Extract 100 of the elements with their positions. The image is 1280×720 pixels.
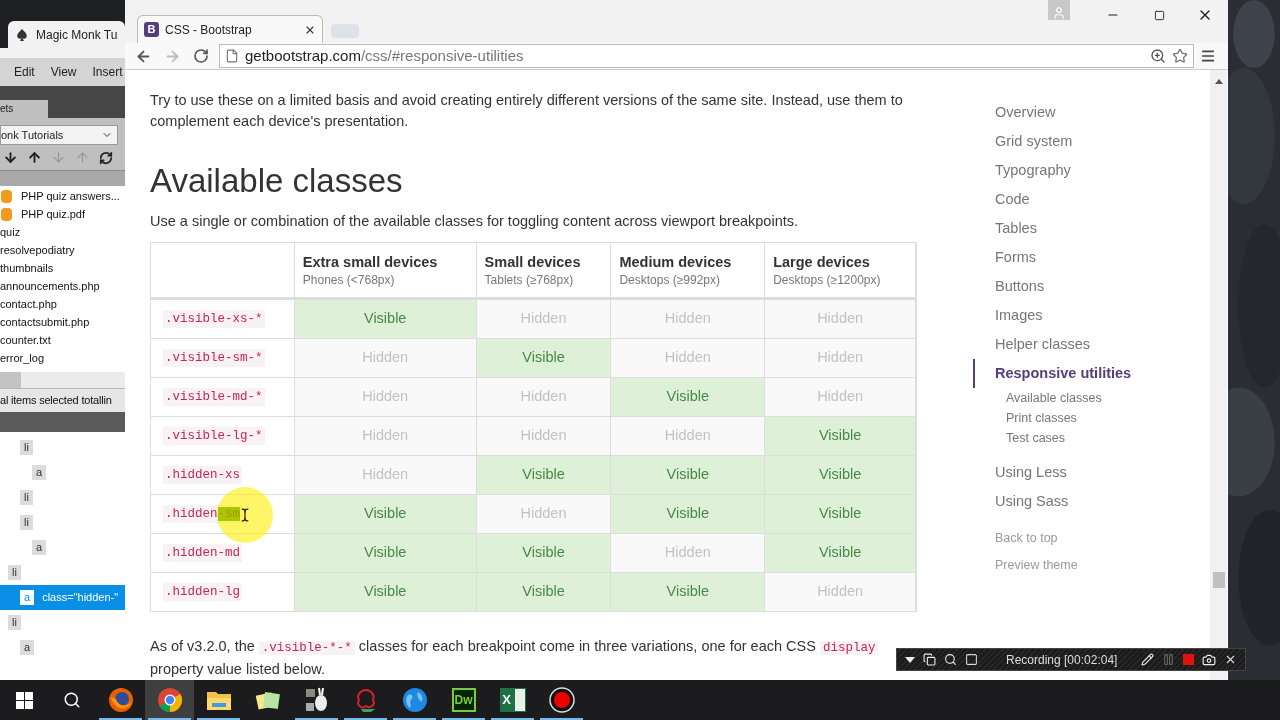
file-item[interactable]: PHP quiz answers...: [0, 187, 125, 205]
file-item[interactable]: resolvepodiatry: [0, 241, 125, 259]
nav-link[interactable]: Tables: [995, 214, 1210, 243]
nav-link[interactable]: Buttons: [995, 272, 1210, 301]
nav-link[interactable]: Forms: [995, 243, 1210, 272]
lead-text: Use a single or combination of the available classes for toggling content across viewport breakpoints.: [150, 212, 800, 231]
dom-tree-item[interactable]: li: [0, 610, 125, 635]
rabbit-icon: [304, 687, 329, 713]
nav-sublink[interactable]: Test cases: [1006, 428, 1210, 448]
reload-icon[interactable]: [193, 48, 209, 64]
search-icon: [63, 691, 81, 709]
file-item[interactable]: counter.txt: [0, 331, 125, 349]
folder-icon: [205, 689, 232, 711]
nav-sublink[interactable]: Available classes: [1006, 388, 1210, 408]
dom-tree-item[interactable]: a: [0, 535, 125, 560]
scrollbar[interactable]: [1210, 70, 1227, 680]
pause-icon[interactable]: [1162, 653, 1175, 666]
dom-tree-item[interactable]: li: [0, 435, 125, 460]
nav-link[interactable]: Typography: [995, 156, 1210, 185]
column-header: Large devices Desktops (≥1200px): [765, 243, 916, 297]
file-item[interactable]: quiz: [0, 223, 125, 241]
table-cell: Visible: [765, 534, 916, 572]
class-name: .hidden-xs: [163, 465, 242, 485]
region-icon[interactable]: [965, 653, 978, 666]
menu-icon[interactable]: [1200, 48, 1216, 64]
table-cell: Visible: [765, 417, 916, 455]
camera-icon[interactable]: [1202, 652, 1216, 667]
windows-icon: [15, 691, 33, 709]
menu-item[interactable]: Edit: [14, 63, 35, 81]
address-field[interactable]: getbootstrap.com/css/#responsive-utilities: [219, 44, 1194, 68]
class-name: .visible-md-*: [163, 387, 265, 407]
dom-tree-item[interactable]: li: [0, 560, 125, 585]
dom-tree-item[interactable]: li: [0, 485, 125, 510]
intro-paragraph: Try to use these on a limited basis and avoid creating entirely different versions of the same site. Instead, use them to complement each device's presentation.: [150, 91, 904, 131]
dom-tree-item[interactable]: a: [0, 635, 125, 660]
dom-tree-item[interactable]: a: [0, 460, 125, 485]
file-item[interactable]: announcements.php: [0, 277, 125, 295]
nav-link[interactable]: Using Less: [995, 458, 1210, 487]
table-cell: Visible: [611, 456, 766, 494]
taskbar-app[interactable]: X: [488, 680, 537, 720]
table-cell: Visible: [765, 495, 916, 533]
taskbar-app[interactable]: Dw: [439, 680, 488, 720]
nav-sublink[interactable]: Print classes: [1006, 408, 1210, 428]
table-cell: Visible: [476, 456, 612, 494]
table-cell: Visible: [294, 300, 477, 338]
file-item[interactable]: contact.php: [0, 295, 125, 313]
table-cell: Visible: [294, 534, 477, 572]
file-item[interactable]: thumbnails: [0, 259, 125, 277]
nav-link[interactable]: Images: [995, 301, 1210, 330]
table-cell: Visible: [476, 339, 612, 377]
table-cell: Visible: [611, 495, 766, 533]
class-name: .hidden-md: [163, 543, 242, 563]
class-name: .hidden-lg: [163, 582, 242, 602]
nav-link[interactable]: Helper classes: [995, 330, 1210, 359]
refresh-icon[interactable]: [99, 150, 113, 165]
table-cell: Visible: [476, 534, 612, 572]
site-select[interactable]: onk Tutorials: [0, 125, 118, 145]
bootstrap-logo: B: [144, 22, 159, 37]
nav-link[interactable]: Code: [995, 185, 1210, 214]
dropdown-icon[interactable]: [905, 656, 915, 663]
taskbar-app[interactable]: [145, 680, 194, 720]
menu-item[interactable]: View: [50, 63, 77, 81]
spade-icon: [16, 28, 28, 41]
nav-link[interactable]: Grid system: [995, 127, 1210, 156]
menu-item[interactable]: Insert: [92, 63, 123, 81]
dom-tree-item[interactable]: li: [0, 510, 125, 535]
pencil-icon[interactable]: [1141, 653, 1154, 666]
table-cell: Visible: [611, 378, 766, 416]
class-name: .visible-lg-*: [163, 426, 265, 446]
panel-tab[interactable]: ets: [0, 100, 48, 118]
browser-tab[interactable]: B CSS - Bootstrap: [137, 15, 323, 43]
file-icon: [1, 207, 12, 221]
arrow-down-icon[interactable]: [3, 150, 18, 165]
column-header: Medium devices Desktops (≥992px): [611, 243, 766, 297]
star-icon[interactable]: [1172, 48, 1188, 64]
scrollbar-thumb[interactable]: [0, 372, 21, 388]
firefox-icon: [107, 687, 134, 713]
table-cell: Visible: [294, 573, 477, 611]
excel-logo: X: [499, 688, 526, 712]
browser-tab[interactable]: Magic Monk Tu: [8, 21, 125, 48]
scroll-up-icon[interactable]: [1214, 79, 1223, 84]
search-icon[interactable]: [944, 653, 957, 666]
column-header: Extra small devices Phones (<768px): [294, 243, 477, 297]
zoom-icon[interactable]: [1150, 48, 1166, 64]
file-item[interactable]: PHP quiz.pdf: [0, 205, 125, 223]
record-icon: [548, 687, 575, 713]
column-header: Small devices Tablets (≥768px): [476, 243, 612, 297]
nav-link[interactable]: Overview: [995, 98, 1210, 127]
class-name: .visible-sm-*: [163, 348, 265, 368]
nav-link[interactable]: Using Sass: [995, 487, 1210, 516]
file-item[interactable]: error_log: [0, 349, 125, 367]
page-icon: [225, 49, 239, 63]
globe-icon: [401, 687, 428, 713]
dom-tree-item[interactable]: a class="hidden-": [0, 585, 125, 610]
scrollbar-thumb[interactable]: [1212, 572, 1225, 588]
maximize-icon: [1153, 9, 1165, 21]
recording-status: Recording [00:02:04]: [1006, 651, 1118, 669]
copy-icon[interactable]: [923, 653, 936, 666]
close-icon[interactable]: [1224, 653, 1237, 666]
file-item[interactable]: contactsubmit.php: [0, 313, 125, 331]
